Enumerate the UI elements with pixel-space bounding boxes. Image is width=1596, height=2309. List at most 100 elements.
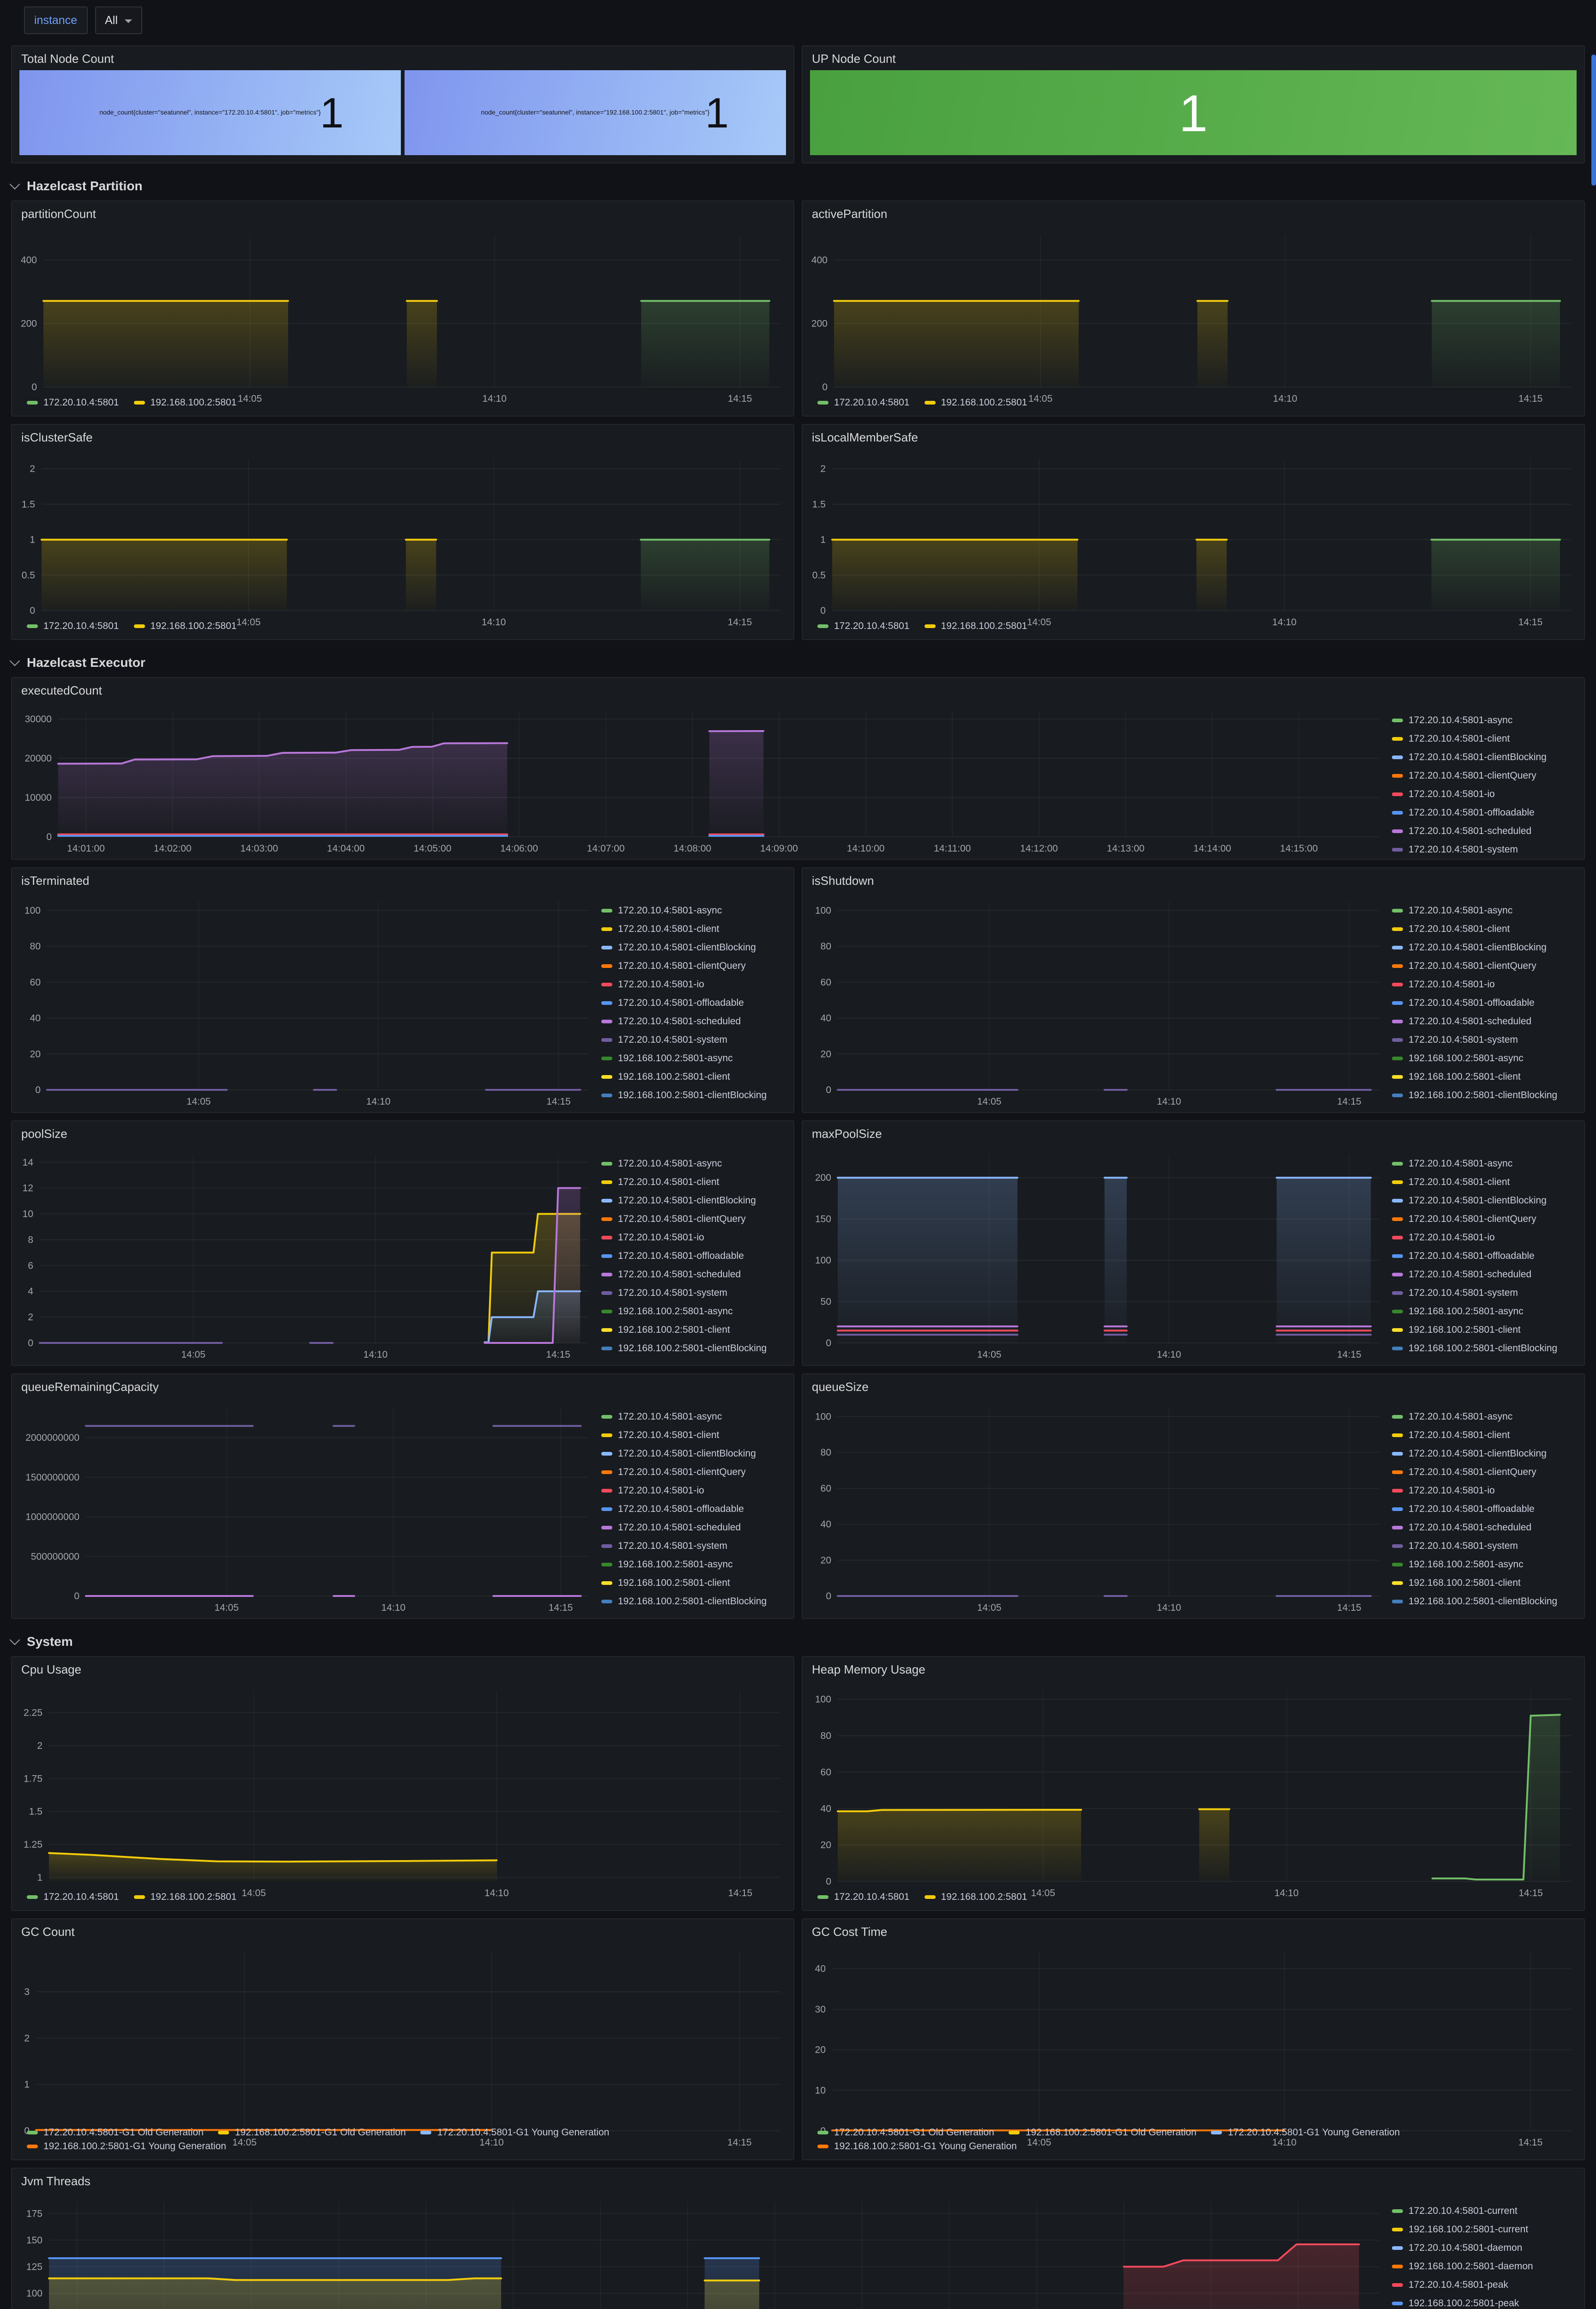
legend-item[interactable]: 172.20.10.4:5801-G1 Old Generation [27, 2127, 204, 2138]
legend-item[interactable]: 172.20.10.4:5801-system [1392, 1537, 1577, 1555]
legend-item[interactable]: 172.20.10.4:5801 [27, 1892, 119, 1903]
legend-item[interactable]: 172.20.10.4:5801-client [1392, 920, 1577, 938]
legend-item[interactable]: 172.20.10.4:5801-io [601, 1481, 786, 1500]
legend-item[interactable]: 192.168.100.2:5801 [134, 1892, 237, 1903]
legend-item[interactable]: 172.20.10.4:5801-clientBlocking [1392, 1445, 1577, 1463]
section-hazelcast-executor[interactable]: Hazelcast Executor [11, 647, 1585, 677]
legend-item[interactable]: 172.20.10.4:5801-clientBlocking [601, 1445, 786, 1463]
panel-title[interactable]: executedCount [12, 678, 1584, 702]
legend-item[interactable]: 172.20.10.4:5801-client [1392, 1426, 1577, 1445]
legend-item[interactable]: 172.20.10.4:5801-io [601, 1228, 786, 1247]
legend-item[interactable]: 192.168.100.2:5801-client [1392, 1321, 1577, 1339]
legend-item[interactable]: 192.168.100.2:5801-async [601, 1555, 786, 1574]
timeseries-chart[interactable]: 010000200003000014:01:0014:02:0014:03:00… [16, 702, 1384, 857]
legend-item[interactable]: 172.20.10.4:5801-system [1392, 1284, 1577, 1302]
legend-item[interactable]: 192.168.100.2:5801-client [601, 1068, 786, 1086]
legend-item[interactable]: 172.20.10.4:5801-G1 Young Generation [421, 2127, 610, 2138]
legend-item[interactable]: 172.20.10.4:5801-scheduled [601, 1265, 786, 1284]
timeseries-chart[interactable]: 012314:0514:1014:15 [16, 1943, 786, 2126]
legend-item[interactable]: 172.20.10.4:5801-offloadable [601, 994, 786, 1012]
stat-node-count-1[interactable]: node_count{cluster="seatunnel", instance… [19, 70, 401, 155]
timeseries-chart[interactable]: 02040608010014:0514:1014:15 [16, 892, 594, 1110]
legend-item[interactable]: 172.20.10.4:5801-clientQuery [1392, 767, 1577, 785]
legend-item[interactable]: 192.168.100.2:5801-clientBlocking [601, 1339, 786, 1358]
timeseries-chart[interactable]: 01020304014:0514:1014:15 [806, 1943, 1577, 2126]
section-hazelcast-partition[interactable]: Hazelcast Partition [11, 171, 1585, 200]
legend-item[interactable]: 172.20.10.4:5801-async [1392, 711, 1577, 730]
legend-item[interactable]: 172.20.10.4:5801-scheduled [601, 1518, 786, 1537]
legend-item[interactable]: 172.20.10.4:5801-clientQuery [601, 1210, 786, 1228]
legend-item[interactable]: 172.20.10.4:5801-current [1392, 2202, 1577, 2220]
timeseries-chart[interactable]: 0500000000100000000015000000002000000000… [16, 1398, 594, 1616]
panel-title[interactable]: Total Node Count [12, 46, 793, 70]
legend-item[interactable]: 172.20.10.4:5801-client [1392, 1173, 1577, 1191]
timeseries-chart[interactable]: 020040014:0514:1014:15 [16, 225, 786, 396]
panel-title[interactable]: maxPoolSize [803, 1121, 1584, 1145]
legend-item[interactable]: 192.168.100.2:5801 [925, 1892, 1028, 1903]
legend-item[interactable]: 172.20.10.4:5801-daemon [1392, 2239, 1577, 2257]
legend-item[interactable]: 192.168.100.2:5801-async [601, 1302, 786, 1321]
timeseries-chart[interactable]: 00.511.5214:0514:1014:15 [16, 449, 786, 620]
legend-item[interactable]: 172.20.10.4:5801 [817, 1892, 910, 1903]
timeseries-chart[interactable]: 05010015020014:0514:1014:15 [806, 1145, 1384, 1363]
legend-item[interactable]: 172.20.10.4:5801-clientBlocking [1392, 748, 1577, 767]
legend-item[interactable]: 172.20.10.4:5801-clientBlocking [601, 1191, 786, 1210]
legend-item[interactable]: 172.20.10.4:5801-scheduled [1392, 1265, 1577, 1284]
legend-item[interactable]: 192.168.100.2:5801-async [1392, 1302, 1577, 1321]
legend-item[interactable]: 192.168.100.2:5801 [134, 397, 237, 408]
timeseries-chart[interactable]: 025507510012515017514:01:0014:02:0014:03… [16, 2193, 1384, 2309]
legend-item[interactable]: 192.168.100.2:5801-G1 Young Generation [27, 2141, 226, 2152]
legend-item[interactable]: 192.168.100.2:5801-peak [1392, 2294, 1577, 2309]
variable-value-dropdown[interactable]: All [95, 6, 143, 34]
legend-item[interactable]: 192.168.100.2:5801 [134, 621, 237, 632]
legend-item[interactable]: 172.20.10.4:5801-offloadable [1392, 1247, 1577, 1265]
legend-item[interactable]: 172.20.10.4:5801-offloadable [1392, 1500, 1577, 1518]
legend-item[interactable]: 172.20.10.4:5801 [817, 397, 910, 408]
legend-item[interactable]: 172.20.10.4:5801-async [1392, 1154, 1577, 1173]
legend-item[interactable]: 172.20.10.4:5801-clientQuery [601, 957, 786, 975]
legend-item[interactable]: 192.168.100.2:5801-G1 Old Generation [218, 2127, 406, 2138]
legend-item[interactable]: 192.168.100.2:5801-G1 Old Generation [1009, 2127, 1197, 2138]
scrollbar-thumb[interactable] [1591, 54, 1596, 186]
legend-item[interactable]: 172.20.10.4:5801-clientQuery [1392, 1463, 1577, 1481]
legend-item[interactable]: 192.168.100.2:5801-clientBlocking [601, 1592, 786, 1611]
legend-item[interactable]: 172.20.10.4:5801-io [1392, 785, 1577, 804]
panel-title[interactable]: activePartition [803, 201, 1584, 225]
timeseries-chart[interactable]: 020040014:0514:1014:15 [806, 225, 1577, 396]
legend-item[interactable]: 172.20.10.4:5801-offloadable [1392, 994, 1577, 1012]
legend-item[interactable]: 192.168.100.2:5801-current [1392, 2220, 1577, 2239]
legend-item[interactable]: 192.168.100.2:5801-async [601, 1049, 786, 1068]
legend-item[interactable]: 172.20.10.4:5801-io [1392, 975, 1577, 994]
legend-item[interactable]: 172.20.10.4:5801-client [601, 1426, 786, 1445]
legend-item[interactable]: 172.20.10.4:5801-scheduled [1392, 1012, 1577, 1031]
legend-item[interactable]: 172.20.10.4:5801-io [1392, 1481, 1577, 1500]
section-system[interactable]: System [11, 1626, 1585, 1656]
legend-item[interactable]: 172.20.10.4:5801-clientQuery [1392, 1210, 1577, 1228]
legend-item[interactable]: 172.20.10.4:5801-offloadable [601, 1247, 786, 1265]
legend-item[interactable]: 192.168.100.2:5801-clientBlocking [1392, 1339, 1577, 1358]
legend-item[interactable]: 172.20.10.4:5801 [27, 397, 119, 408]
legend-item[interactable]: 172.20.10.4:5801-clientBlocking [601, 938, 786, 957]
legend-item[interactable]: 172.20.10.4:5801-scheduled [601, 1012, 786, 1031]
legend-item[interactable]: 172.20.10.4:5801-offloadable [1392, 804, 1577, 822]
legend-item[interactable]: 172.20.10.4:5801-scheduled [1392, 1518, 1577, 1537]
legend-item[interactable]: 172.20.10.4:5801-peak [1392, 2276, 1577, 2294]
legend-item[interactable]: 172.20.10.4:5801-clientQuery [601, 1463, 786, 1481]
legend-item[interactable]: 192.168.100.2:5801-G1 Young Generation [817, 2141, 1017, 2152]
legend-item[interactable]: 192.168.100.2:5801-async [1392, 1555, 1577, 1574]
legend-item[interactable]: 172.20.10.4:5801-io [1392, 1228, 1577, 1247]
panel-title[interactable]: isShutdown [803, 868, 1584, 892]
panel-title[interactable]: GC Count [12, 1919, 793, 1943]
legend-item[interactable]: 172.20.10.4:5801-clientBlocking [1392, 938, 1577, 957]
stat-node-count-2[interactable]: node_count{cluster="seatunnel", instance… [405, 70, 786, 155]
legend-item[interactable]: 172.20.10.4:5801-async [601, 901, 786, 920]
legend-item[interactable]: 172.20.10.4:5801-G1 Young Generation [1211, 2127, 1400, 2138]
panel-title[interactable]: queueSize [803, 1374, 1584, 1398]
legend-item[interactable]: 172.20.10.4:5801-client [1392, 730, 1577, 748]
timeseries-chart[interactable]: 00.511.5214:0514:1014:15 [806, 449, 1577, 620]
legend-item[interactable]: 172.20.10.4:5801-system [1392, 1031, 1577, 1049]
legend-item[interactable]: 172.20.10.4:5801-G1 Old Generation [817, 2127, 994, 2138]
panel-title[interactable]: GC Cost Time [803, 1919, 1584, 1943]
panel-title[interactable]: queueRemainingCapacity [12, 1374, 793, 1398]
legend-item[interactable]: 192.168.100.2:5801-client [601, 1574, 786, 1592]
